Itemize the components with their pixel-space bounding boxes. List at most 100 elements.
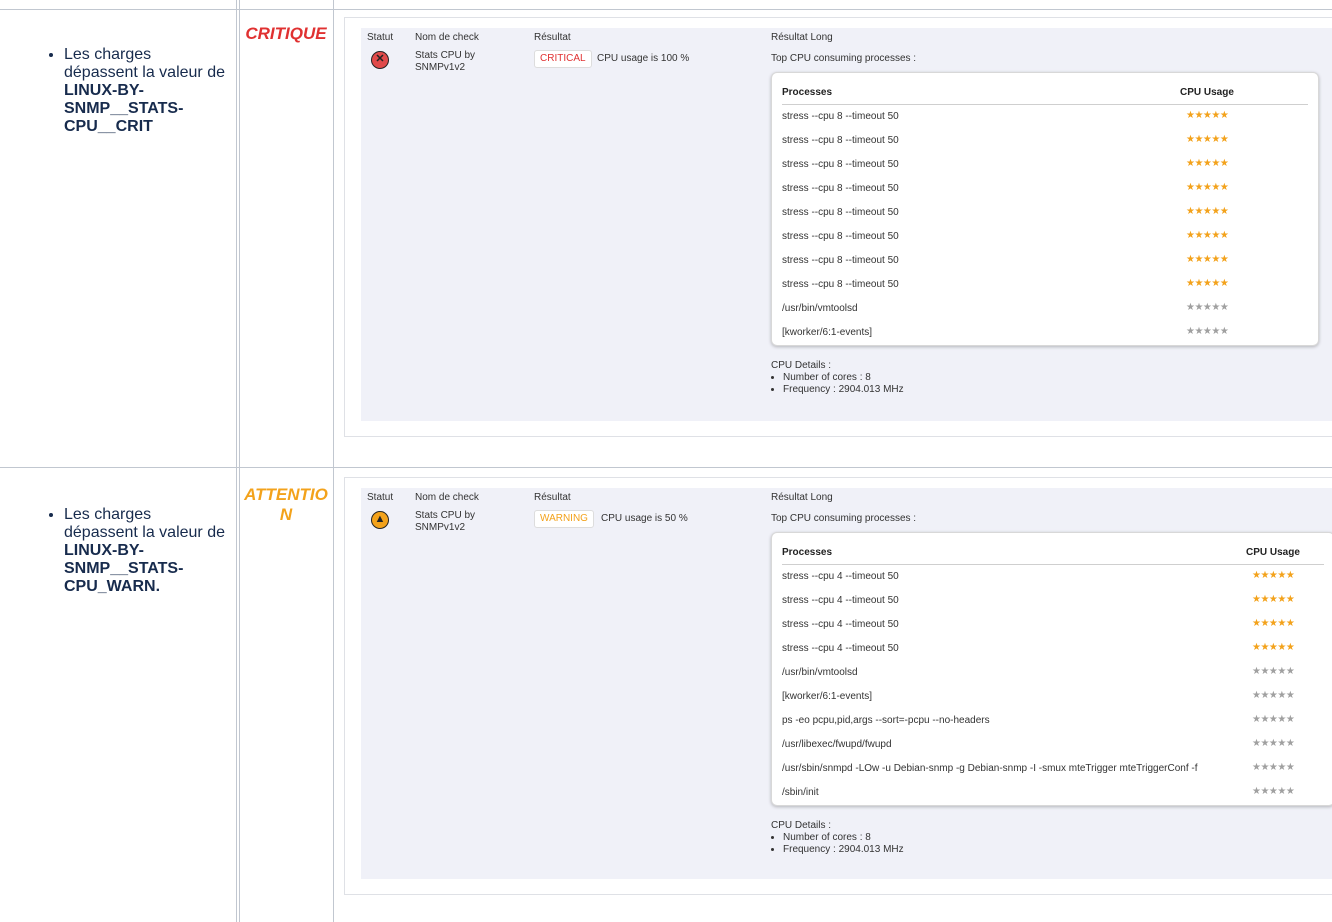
- check-name: Stats CPU by SNMPv1v2: [415, 510, 476, 533]
- process-name: [kworker/6:1-events]: [782, 327, 873, 338]
- cpu-usage-stars-icon: ★★★★★: [1252, 690, 1295, 701]
- process-name: /usr/sbin/snmpd -LOw -u Debian-snmp -g D…: [782, 763, 1198, 774]
- header-result: Résultat: [534, 32, 571, 43]
- process-row: stress --cpu 8 --timeout 50 ★★★★★: [782, 155, 1308, 179]
- process-name: stress --cpu 8 --timeout 50: [782, 255, 899, 266]
- header-check-name: Nom de check: [415, 492, 479, 503]
- process-table-header: Processes CPU Usage: [782, 73, 1308, 105]
- check-panel: Statut Nom de check Résultat Résultat Lo…: [344, 477, 1332, 895]
- cpu-usage-stars-icon: ★★★★★: [1186, 302, 1229, 313]
- process-name: /usr/bin/vmtoolsd: [782, 303, 858, 314]
- cpu-usage-stars-icon: ★★★★★: [1252, 714, 1295, 725]
- process-name: stress --cpu 8 --timeout 50: [782, 207, 899, 218]
- header-status: Statut: [367, 32, 394, 43]
- cpu-frequency: Frequency : 2904.013 MHz: [783, 844, 904, 856]
- result-text: CPU usage is 50 %: [601, 513, 688, 524]
- cpu-details-title: CPU Details :: [771, 360, 832, 371]
- col-cpu-usage: CPU Usage: [1246, 547, 1300, 558]
- cpu-cores: Number of cores : 8: [783, 832, 904, 844]
- warning-triangle-icon: ▲: [371, 511, 389, 529]
- process-row: /usr/sbin/snmpd -LOw -u Debian-snmp -g D…: [782, 759, 1324, 783]
- header-result: Résultat: [534, 492, 571, 503]
- process-name: stress --cpu 8 --timeout 50: [782, 135, 899, 146]
- cpu-usage-stars-icon: ★★★★★: [1252, 642, 1295, 653]
- header-long-result: Résultat Long: [771, 32, 833, 43]
- process-name: /sbin/init: [782, 787, 819, 798]
- process-row: stress --cpu 8 --timeout 50 ★★★★★: [782, 203, 1308, 227]
- process-row: /usr/libexec/fwupd/fwupd ★★★★★: [782, 735, 1324, 759]
- cpu-frequency: Frequency : 2904.013 MHz: [783, 384, 904, 396]
- row-description: Les charges dépassent la valeur de LINUX…: [48, 506, 228, 596]
- process-name: ps -eo pcpu,pid,args --sort=-pcpu --no-h…: [782, 715, 990, 726]
- process-name: stress --cpu 8 --timeout 50: [782, 231, 899, 242]
- documentation-table: Les charges dépassent la valeur de LINUX…: [0, 0, 1332, 922]
- cpu-usage-stars-icon: ★★★★★: [1186, 182, 1229, 193]
- cpu-usage-stars-icon: ★★★★★: [1186, 110, 1229, 121]
- process-row: stress --cpu 8 --timeout 50 ★★★★★: [782, 107, 1308, 131]
- top-processes-title: Top CPU consuming processes :: [771, 53, 917, 64]
- cpu-usage-stars-icon: ★★★★★: [1186, 278, 1229, 289]
- cpu-details: CPU Details : Number of cores : 8 Freque…: [771, 360, 904, 396]
- cpu-usage-stars-icon: ★★★★★: [1252, 786, 1295, 797]
- cpu-usage-stars-icon: ★★★★★: [1186, 230, 1229, 241]
- cpu-usage-stars-icon: ★★★★★: [1252, 738, 1295, 749]
- cpu-usage-stars-icon: ★★★★★: [1252, 618, 1295, 629]
- col-processes: Processes: [782, 87, 833, 98]
- variable-name: LINUX-BY-SNMP__STATS-CPU_WARN.: [64, 542, 184, 595]
- process-row: stress --cpu 4 --timeout 50 ★★★★★: [782, 615, 1324, 639]
- variable-name: LINUX-BY-SNMP__STATS-CPU__CRIT: [64, 82, 184, 135]
- process-row: stress --cpu 8 --timeout 50 ★★★★★: [782, 179, 1308, 203]
- process-row: /usr/bin/vmtoolsd ★★★★★: [782, 663, 1324, 687]
- process-row: stress --cpu 4 --timeout 50 ★★★★★: [782, 567, 1324, 591]
- header-check-name: Nom de check: [415, 32, 479, 43]
- process-name: stress --cpu 8 --timeout 50: [782, 279, 899, 290]
- header-status: Statut: [367, 492, 394, 503]
- header-long-result: Résultat Long: [771, 492, 833, 503]
- table-row-divider: [0, 467, 1332, 468]
- process-row: stress --cpu 8 --timeout 50 ★★★★★: [782, 131, 1308, 155]
- cpu-cores: Number of cores : 8: [783, 372, 904, 384]
- process-row: [kworker/6:1-events] ★★★★★: [782, 323, 1308, 347]
- status-badge: WARNING: [534, 510, 594, 528]
- process-row: ps -eo pcpu,pid,args --sort=-pcpu --no-h…: [782, 711, 1324, 735]
- cpu-details: CPU Details : Number of cores : 8 Freque…: [771, 820, 904, 856]
- cpu-usage-stars-icon: ★★★★★: [1252, 594, 1295, 605]
- check-panel: Statut Nom de check Résultat Résultat Lo…: [344, 17, 1332, 437]
- result-text: CPU usage is 100 %: [597, 53, 690, 64]
- process-name: stress --cpu 8 --timeout 50: [782, 183, 899, 194]
- process-row: stress --cpu 4 --timeout 50 ★★★★★: [782, 639, 1324, 663]
- process-row: stress --cpu 8 --timeout 50 ★★★★★: [782, 251, 1308, 275]
- cpu-usage-stars-icon: ★★★★★: [1186, 134, 1229, 145]
- critical-x-icon: ✕: [371, 51, 389, 69]
- col-cpu-usage: CPU Usage: [1180, 87, 1234, 98]
- description-item: Les charges dépassent la valeur de LINUX…: [64, 46, 228, 136]
- process-name: /usr/bin/vmtoolsd: [782, 667, 858, 678]
- process-row: /sbin/init ★★★★★: [782, 783, 1324, 807]
- process-table-header: Processes CPU Usage: [782, 533, 1324, 565]
- cpu-usage-stars-icon: ★★★★★: [1252, 570, 1295, 581]
- description-item: Les charges dépassent la valeur de LINUX…: [64, 506, 228, 596]
- process-table: Processes CPU Usage stress --cpu 8 --tim…: [771, 72, 1319, 346]
- level-critical: CRITIQUE: [245, 24, 327, 43]
- process-name: stress --cpu 8 --timeout 50: [782, 111, 899, 122]
- description-text: Les charges dépassent la valeur de: [64, 46, 225, 81]
- column-divider: [236, 0, 237, 922]
- cpu-usage-stars-icon: ★★★★★: [1186, 326, 1229, 337]
- table-border-top: [0, 9, 1332, 10]
- cpu-usage-stars-icon: ★★★★★: [1252, 666, 1295, 677]
- column-divider: [239, 0, 240, 922]
- cpu-usage-stars-icon: ★★★★★: [1186, 158, 1229, 169]
- process-row: /usr/bin/vmtoolsd ★★★★★: [782, 299, 1308, 323]
- top-processes-title: Top CPU consuming processes :: [771, 513, 917, 524]
- cpu-usage-stars-icon: ★★★★★: [1186, 254, 1229, 265]
- process-name: /usr/libexec/fwupd/fwupd: [782, 739, 892, 750]
- process-row: stress --cpu 4 --timeout 50 ★★★★★: [782, 591, 1324, 615]
- cpu-details-title: CPU Details :: [771, 820, 832, 831]
- process-row: [kworker/6:1-events] ★★★★★: [782, 687, 1324, 711]
- process-name: [kworker/6:1-events]: [782, 691, 873, 702]
- process-name: stress --cpu 8 --timeout 50: [782, 159, 899, 170]
- process-table: Processes CPU Usage stress --cpu 4 --tim…: [771, 532, 1332, 806]
- level-warning: ATTENTION: [244, 485, 328, 524]
- process-name: stress --cpu 4 --timeout 50: [782, 619, 899, 630]
- column-divider: [333, 0, 334, 922]
